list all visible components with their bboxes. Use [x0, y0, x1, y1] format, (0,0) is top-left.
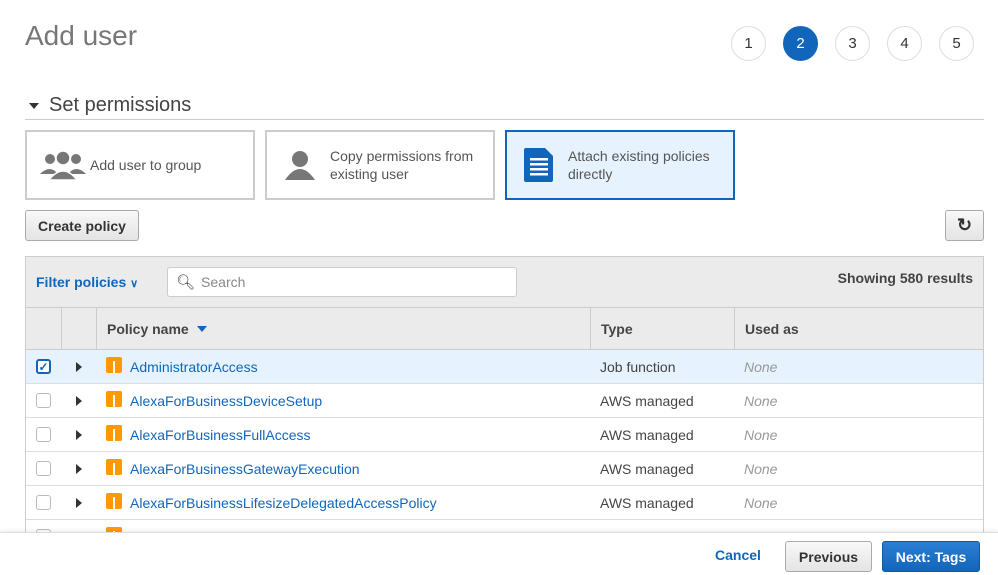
caret-down-icon [29, 102, 39, 109]
table-row[interactable]: AlexaForBusinessFullAccess AWS managed N… [26, 418, 983, 452]
refresh-icon: ↻ [956, 215, 973, 235]
policy-type: AWS managed [600, 392, 694, 409]
column-policy-name[interactable]: Policy name [96, 308, 590, 349]
policy-name-link[interactable]: AlexaForBusinessDeviceSetup [130, 393, 322, 409]
wizard-steps: 1 2 3 4 5 [731, 26, 974, 61]
policy-type: Job function [600, 358, 676, 375]
option-copy-permissions[interactable]: Copy permissions from existing user [265, 130, 495, 200]
search-placeholder: Search [201, 274, 246, 290]
table-row[interactable]: AlexaForBusinessDeviceSetup AWS managed … [26, 384, 983, 418]
policy-icon [106, 458, 122, 475]
policy-used-as: None [744, 392, 778, 409]
expand-icon[interactable] [75, 361, 82, 372]
search-icon: 🔍︎ [176, 274, 196, 291]
option-add-to-group[interactable]: Add user to group [25, 130, 255, 200]
policy-name-link[interactable]: AlexaForBusinessGatewayExecution [130, 461, 360, 477]
step-1[interactable]: 1 [731, 26, 766, 61]
column-type[interactable]: Type [590, 308, 734, 349]
expand-icon[interactable] [75, 463, 82, 474]
expand-icon[interactable] [75, 395, 82, 406]
section-header[interactable]: Set permissions [25, 92, 984, 120]
next-button[interactable]: Next: Tags [882, 541, 980, 572]
step-2[interactable]: 2 [783, 26, 818, 61]
create-policy-button[interactable]: Create policy [25, 210, 139, 241]
policy-icon [106, 356, 122, 373]
chevron-down-icon: ∨ [130, 278, 139, 290]
step-4[interactable]: 4 [887, 26, 922, 61]
refresh-button[interactable]: ↻ [945, 210, 984, 241]
table-row[interactable]: AlexaForBusinessGatewayExecution AWS man… [26, 452, 983, 486]
row-checkbox[interactable] [36, 461, 51, 476]
policy-type: AWS managed [600, 426, 694, 443]
policy-icon [106, 390, 122, 407]
policy-name-link[interactable]: AdministratorAccess [130, 359, 258, 375]
results-count: Showing 580 results [837, 270, 973, 286]
policy-name-link[interactable]: AlexaForBusinessFullAccess [130, 427, 311, 443]
table-row[interactable]: AlexaForBusinessLifesizeDelegatedAccessP… [26, 486, 983, 520]
option-label: Attach existing policies directly [568, 148, 710, 182]
option-attach-policies[interactable]: Attach existing policies directly [505, 130, 735, 200]
sort-desc-icon [196, 325, 207, 332]
document-icon [524, 148, 553, 182]
filter-bar: Filter policies ∨ 🔍︎ Search Showing 580 r… [26, 257, 983, 308]
policy-type: AWS managed [600, 460, 694, 477]
section-title: Set permissions [49, 94, 192, 116]
option-label: Add user to group [90, 157, 202, 173]
row-checkbox[interactable]: ✓ [36, 359, 51, 374]
row-checkbox[interactable] [36, 393, 51, 408]
page-title: Add user [25, 20, 138, 51]
cancel-button[interactable]: Cancel [715, 547, 761, 563]
row-checkbox[interactable] [36, 495, 51, 510]
policy-used-as: None [744, 460, 778, 477]
option-label: Copy permissions from existing user [330, 148, 474, 182]
table-row[interactable]: ✓ AdministratorAccess Job function None [26, 350, 983, 384]
footer: Cancel Previous Next: Tags [0, 532, 998, 575]
policy-icon [106, 492, 122, 509]
policy-icon [106, 424, 122, 441]
user-icon [285, 151, 315, 180]
policy-type: AWS managed [600, 494, 694, 511]
expand-icon[interactable] [75, 497, 82, 508]
policies-table: Filter policies ∨ 🔍︎ Search Showing 580 r… [25, 256, 984, 554]
group-icon [40, 150, 86, 180]
row-checkbox[interactable] [36, 427, 51, 442]
filter-policies-dropdown[interactable]: Filter policies ∨ [36, 274, 138, 290]
table-header: Policy name Type Used as [26, 308, 983, 350]
previous-button[interactable]: Previous [785, 541, 872, 572]
step-5[interactable]: 5 [939, 26, 974, 61]
policy-used-as: None [744, 426, 778, 443]
policy-name-link[interactable]: AlexaForBusinessLifesizeDelegatedAccessP… [130, 495, 437, 511]
policy-used-as: None [744, 494, 778, 511]
column-used-as[interactable]: Used as [734, 308, 983, 349]
policy-used-as: None [744, 358, 778, 375]
expand-icon[interactable] [75, 429, 82, 440]
step-3[interactable]: 3 [835, 26, 870, 61]
search-input[interactable]: 🔍︎ Search [167, 267, 517, 297]
